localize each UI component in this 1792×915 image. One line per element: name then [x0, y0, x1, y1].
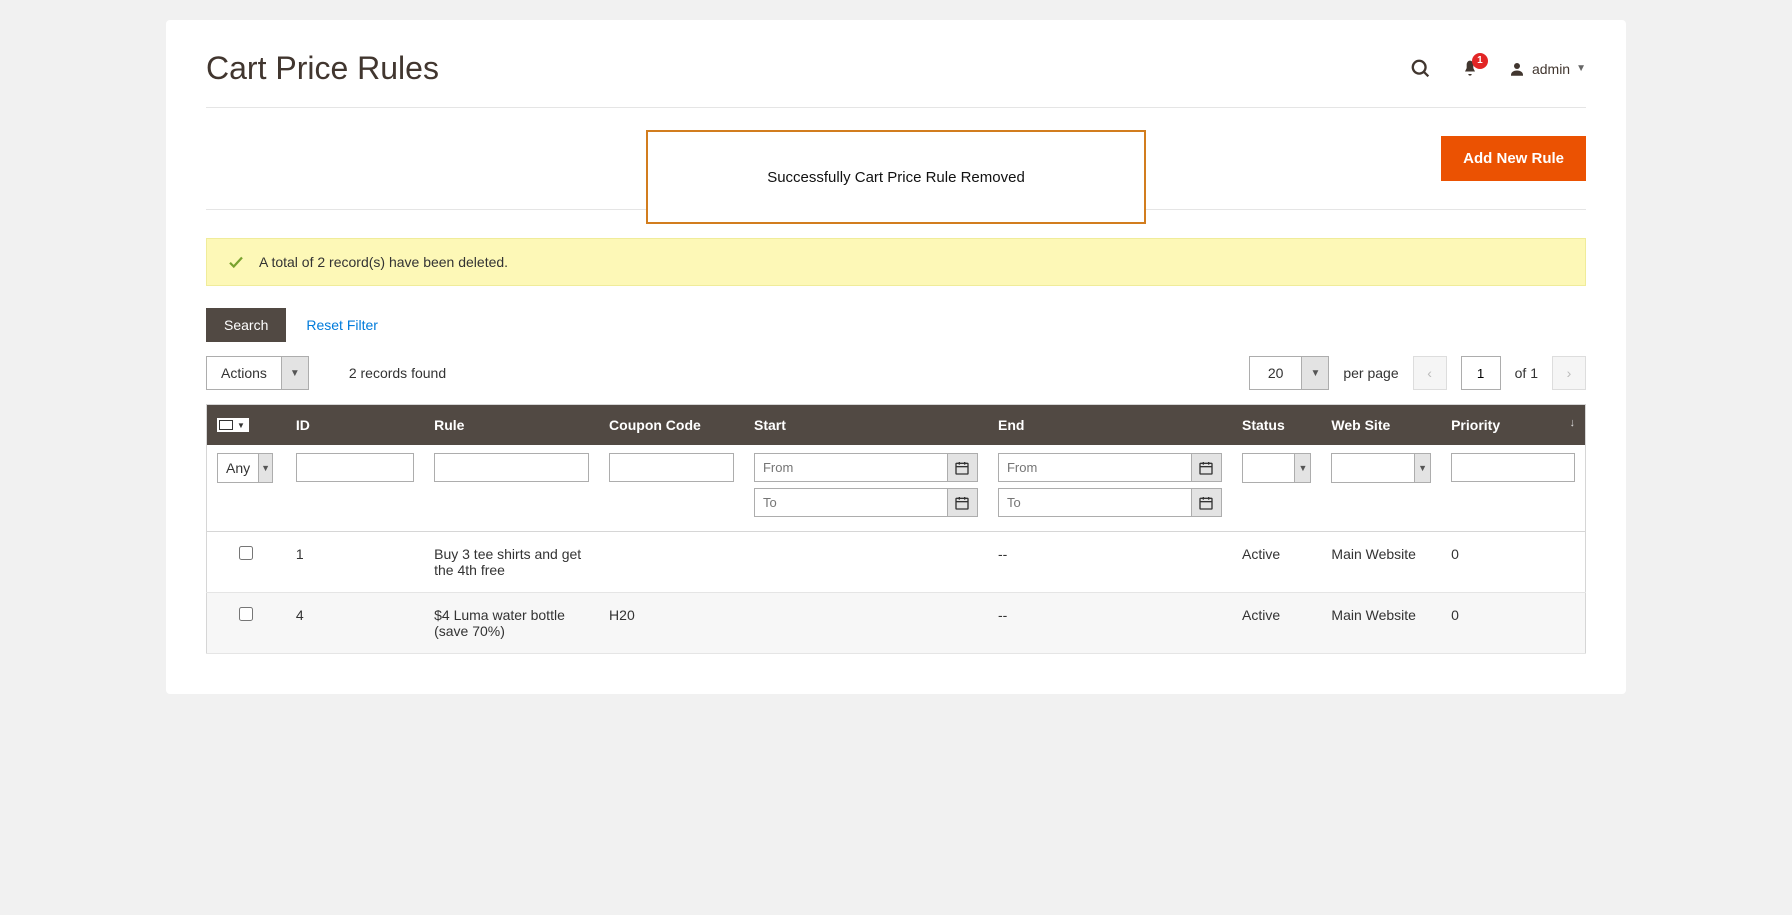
calendar-icon[interactable] — [1191, 454, 1221, 481]
chevron-down-icon: ▼ — [281, 357, 308, 389]
filter-website-select[interactable]: ▼ — [1331, 453, 1431, 483]
filter-priority-input[interactable] — [1451, 453, 1575, 482]
next-page-button[interactable]: › — [1552, 356, 1586, 390]
row-checkbox[interactable] — [239, 607, 253, 621]
column-status[interactable]: Status — [1232, 405, 1321, 446]
chevron-down-icon: ▼ — [1576, 63, 1586, 74]
filter-id-input[interactable] — [296, 453, 414, 482]
cell-priority: 0 — [1441, 593, 1585, 654]
row-checkbox[interactable] — [239, 546, 253, 560]
add-new-rule-button[interactable]: Add New Rule — [1441, 136, 1586, 181]
select-all-toggle[interactable]: ▼ — [217, 418, 249, 432]
filter-start-from[interactable] — [754, 453, 978, 482]
cell-start — [744, 593, 988, 654]
records-found: 2 records found — [349, 365, 446, 381]
column-end[interactable]: End — [988, 405, 1232, 446]
column-website[interactable]: Web Site — [1321, 405, 1441, 446]
page-of-label: of 1 — [1515, 365, 1538, 381]
cell-end: -- — [988, 593, 1232, 654]
page-title: Cart Price Rules — [206, 50, 439, 87]
page-input[interactable] — [1461, 356, 1501, 390]
cell-id: 1 — [286, 532, 424, 593]
cell-coupon: H20 — [599, 593, 744, 654]
search-icon[interactable] — [1410, 58, 1432, 80]
column-id[interactable]: ID — [286, 405, 424, 446]
calendar-icon[interactable] — [947, 454, 977, 481]
actions-dropdown[interactable]: Actions ▼ — [206, 356, 309, 390]
filter-end-to[interactable] — [998, 488, 1222, 517]
per-page-select[interactable]: 20 ▼ — [1249, 356, 1329, 390]
cell-website: Main Website — [1321, 532, 1441, 593]
cell-rule: $4 Luma water bottle (save 70%) — [424, 593, 599, 654]
cell-status: Active — [1232, 532, 1321, 593]
column-start[interactable]: Start — [744, 405, 988, 446]
chevron-down-icon: ▼ — [1301, 357, 1328, 389]
success-message: A total of 2 record(s) have been deleted… — [206, 238, 1586, 286]
callout-message: Successfully Cart Price Rule Removed — [767, 169, 1025, 186]
cell-rule: Buy 3 tee shirts and get the 4th free — [424, 532, 599, 593]
cell-website: Main Website — [1321, 593, 1441, 654]
actions-label: Actions — [207, 357, 281, 389]
prev-page-button[interactable]: ‹ — [1413, 356, 1447, 390]
table-row[interactable]: 4 $4 Luma water bottle (save 70%) H20 --… — [207, 593, 1586, 654]
cell-priority: 0 — [1441, 532, 1585, 593]
filter-rule-input[interactable] — [434, 453, 589, 482]
callout-banner: Successfully Cart Price Rule Removed — [646, 130, 1146, 224]
calendar-icon[interactable] — [1191, 489, 1221, 516]
per-page-value: 20 — [1250, 357, 1302, 389]
cell-status: Active — [1232, 593, 1321, 654]
table-row[interactable]: 1 Buy 3 tee shirts and get the 4th free … — [207, 532, 1586, 593]
notifications-icon[interactable]: 1 — [1460, 59, 1480, 79]
column-rule[interactable]: Rule — [424, 405, 599, 446]
user-menu[interactable]: admin ▼ — [1508, 60, 1586, 78]
cell-coupon — [599, 532, 744, 593]
cell-start — [744, 532, 988, 593]
filter-end-from[interactable] — [998, 453, 1222, 482]
user-label: admin — [1532, 61, 1570, 77]
per-page-label: per page — [1343, 365, 1398, 381]
filter-start-to[interactable] — [754, 488, 978, 517]
success-text: A total of 2 record(s) have been deleted… — [259, 254, 508, 270]
check-icon — [227, 253, 245, 271]
reset-filter-link[interactable]: Reset Filter — [306, 317, 378, 333]
filter-select-any[interactable]: Any▼ — [217, 453, 273, 483]
calendar-icon[interactable] — [947, 489, 977, 516]
filter-coupon-input[interactable] — [609, 453, 734, 482]
column-coupon[interactable]: Coupon Code — [599, 405, 744, 446]
rules-table: ▼ ID Rule Coupon Code Start End Status W… — [206, 404, 1586, 654]
cell-id: 4 — [286, 593, 424, 654]
sort-arrow-icon: ↓ — [1570, 417, 1576, 429]
cell-end: -- — [988, 532, 1232, 593]
search-button[interactable]: Search — [206, 308, 286, 342]
column-priority[interactable]: Priority ↓ — [1441, 405, 1585, 446]
filter-status-select[interactable]: ▼ — [1242, 453, 1311, 483]
notification-badge: 1 — [1472, 53, 1488, 69]
